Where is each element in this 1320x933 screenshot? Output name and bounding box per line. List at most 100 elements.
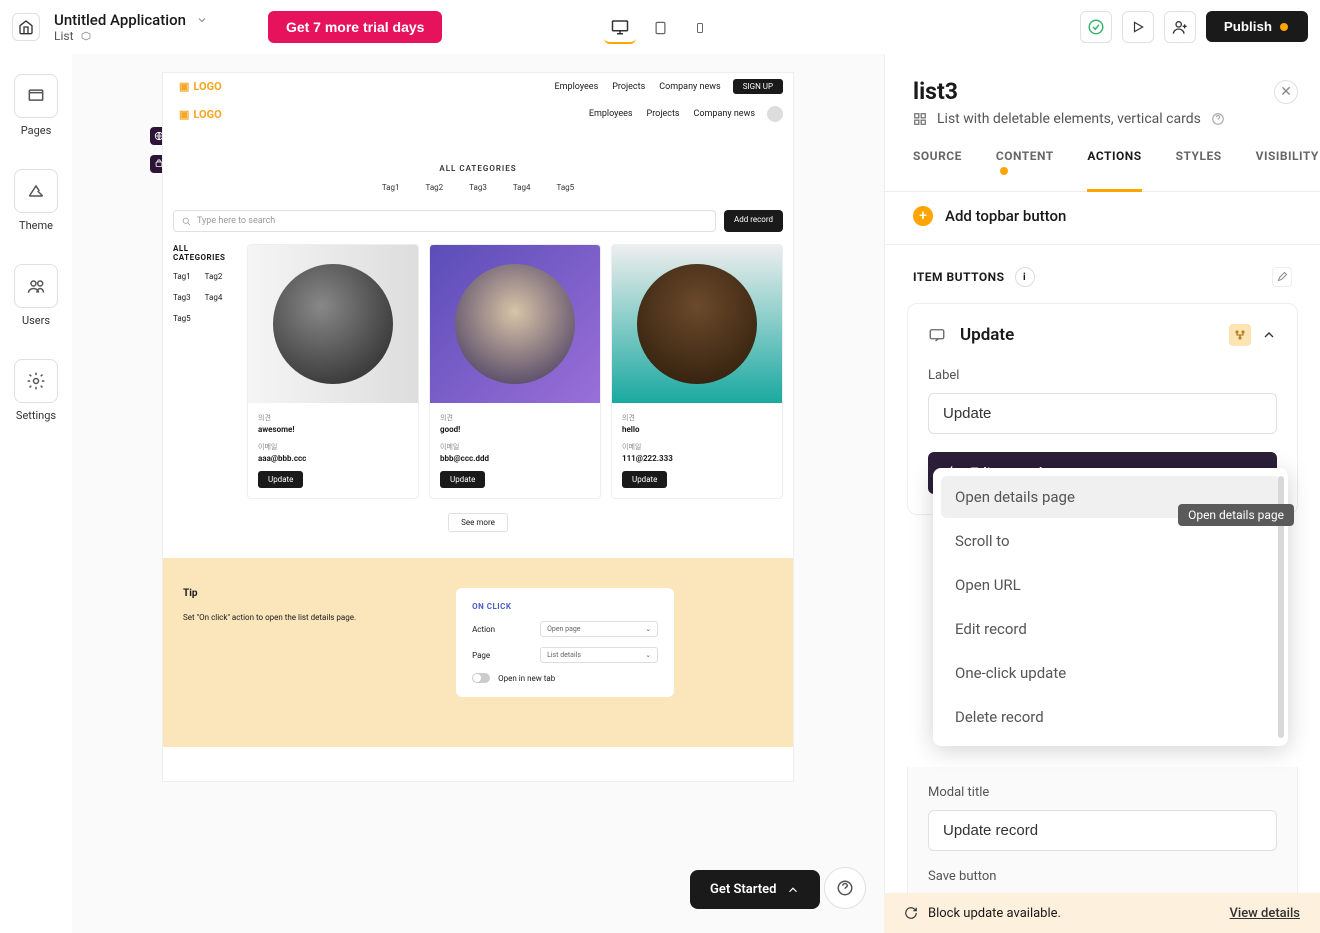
home-button[interactable] — [12, 13, 40, 41]
list-card[interactable]: 의견 hello 이메일 111@222.333 Update — [611, 244, 783, 499]
field-value: hello — [622, 425, 772, 434]
tip-text: Set "On click" action to open the list d… — [183, 613, 356, 622]
nav-users[interactable]: Users — [14, 264, 58, 327]
field-value: awesome! — [258, 425, 408, 434]
tag-filter[interactable]: Tag3 — [173, 293, 191, 302]
close-button[interactable]: ✕ — [1274, 80, 1298, 104]
nav-settings-label: Settings — [16, 409, 56, 422]
tab-content[interactable]: CONTENT — [996, 149, 1054, 191]
viewport-tablet[interactable] — [644, 12, 676, 44]
tip-page-select[interactable]: List details⌄ — [540, 647, 658, 663]
field-value: good! — [440, 425, 590, 434]
item-buttons-heading: ITEM BUTTONS — [913, 270, 1005, 284]
field-value: 111@222.333 — [622, 454, 772, 463]
nav-theme[interactable]: Theme — [14, 169, 58, 232]
tag-filter[interactable]: Tag5 — [557, 183, 575, 192]
component-subtitle: List with deletable elements, vertical c… — [937, 111, 1201, 127]
publish-button[interactable]: Publish — [1206, 11, 1308, 42]
dropdown-item[interactable]: Delete record — [941, 696, 1280, 738]
preview-play-button[interactable] — [1122, 11, 1154, 43]
search-input[interactable]: Type here to search — [173, 210, 716, 232]
add-topbar-button[interactable]: + Add topbar button — [885, 206, 1320, 245]
label-field-label: Label — [928, 368, 1277, 383]
brush-icon[interactable] — [1272, 267, 1292, 287]
modal-title-input[interactable] — [928, 810, 1277, 851]
component-icon — [80, 30, 92, 42]
chevron-up-icon[interactable] — [1261, 327, 1277, 343]
newtab-label: Open in new tab — [498, 674, 555, 683]
save-button-label: Save button — [928, 869, 1277, 884]
dropdown-item[interactable]: Edit record — [941, 608, 1280, 650]
update-heading: Update — [960, 325, 1014, 345]
help-button[interactable] — [824, 867, 866, 909]
chevron-down-icon[interactable] — [196, 14, 208, 26]
nav-link[interactable]: Company news — [659, 82, 720, 92]
branch-icon[interactable] — [1229, 324, 1251, 346]
update-button[interactable]: Update — [440, 471, 485, 488]
nav-link[interactable]: Employees — [555, 82, 599, 92]
add-record-button[interactable]: Add record — [724, 210, 783, 232]
see-more-button[interactable]: See more — [448, 513, 508, 532]
dropdown-item[interactable]: Scroll to — [941, 520, 1280, 562]
update-button[interactable]: Update — [622, 471, 667, 488]
status-check-button[interactable] — [1080, 11, 1112, 43]
dropdown-item[interactable]: One-click update — [941, 652, 1280, 694]
signup-button[interactable]: SIGN UP — [733, 79, 783, 94]
tag-filter[interactable]: Tag2 — [205, 272, 223, 281]
field-value: aaa@bbb.ccc — [258, 454, 408, 463]
nav-users-label: Users — [22, 314, 50, 327]
trial-button[interactable]: Get 7 more trial days — [268, 11, 443, 43]
viewport-desktop[interactable] — [604, 12, 636, 44]
tag-filter[interactable]: Tag1 — [173, 272, 191, 281]
help-icon[interactable] — [1211, 112, 1225, 126]
nav-pages[interactable]: Pages — [14, 74, 58, 137]
tab-source[interactable]: SOURCE — [913, 149, 962, 191]
tag-filter[interactable]: Tag3 — [469, 183, 487, 192]
avatar-icon[interactable] — [767, 106, 783, 122]
tag-filter[interactable]: Tag4 — [513, 183, 531, 192]
update-banner: Block update available. View details — [884, 893, 1320, 933]
list-card[interactable]: 의견 good! 이메일 bbb@ccc.ddd Update — [429, 244, 601, 499]
view-details-link[interactable]: View details — [1230, 906, 1301, 921]
list-card[interactable]: 의견 awesome! 이메일 aaa@bbb.ccc Update — [247, 244, 419, 499]
nav-pages-label: Pages — [21, 124, 52, 137]
newtab-toggle[interactable] — [472, 673, 490, 683]
field-label: 이메일 — [622, 442, 772, 452]
tab-visibility[interactable]: VISIBILITY — [1256, 149, 1319, 191]
nav-link[interactable]: Projects — [612, 82, 645, 92]
publish-indicator-icon — [1280, 23, 1288, 31]
dropdown-item[interactable]: Open URL — [941, 564, 1280, 606]
preview-logo: ▣LOGO — [179, 80, 222, 93]
component-title: list3 — [913, 78, 1292, 105]
tip-action-label: Action — [472, 625, 495, 634]
tag-filter[interactable]: Tag5 — [173, 314, 191, 323]
nav-link[interactable]: Projects — [647, 109, 680, 119]
nav-link[interactable]: Employees — [589, 109, 633, 119]
update-button[interactable]: Update — [258, 471, 303, 488]
preview-canvas[interactable]: ▣LOGO Employees Projects Company news SI… — [162, 72, 794, 782]
viewport-mobile[interactable] — [684, 12, 716, 44]
info-icon[interactable]: i — [1015, 267, 1035, 287]
nav-link[interactable]: Company news — [694, 109, 755, 119]
app-title[interactable]: Untitled Application — [54, 11, 186, 29]
field-label: 의견 — [258, 413, 408, 423]
side-tags-heading: ALL CATEGORIES — [173, 244, 237, 262]
field-label: 이메일 — [440, 442, 590, 452]
tag-filter[interactable]: Tag2 — [425, 183, 443, 192]
tip-heading: Tip — [183, 588, 356, 599]
nav-settings[interactable]: Settings — [14, 359, 58, 422]
chevron-up-icon — [786, 883, 800, 897]
tag-filter[interactable]: Tag1 — [382, 183, 400, 192]
search-icon — [182, 217, 191, 226]
field-label: 이메일 — [258, 442, 408, 452]
refresh-icon — [904, 906, 918, 920]
tab-actions[interactable]: ACTIONS — [1087, 149, 1141, 191]
tab-styles[interactable]: STYLES — [1176, 149, 1222, 191]
tip-action-select[interactable]: Open page⌄ — [540, 621, 658, 637]
get-started-button[interactable]: Get Started — [690, 870, 820, 909]
tag-filter[interactable]: Tag4 — [205, 293, 223, 302]
category-heading: ALL CATEGORIES — [163, 164, 793, 173]
invite-user-button[interactable] — [1164, 11, 1196, 43]
field-label: 의견 — [622, 413, 772, 423]
label-field-input[interactable] — [928, 393, 1277, 434]
